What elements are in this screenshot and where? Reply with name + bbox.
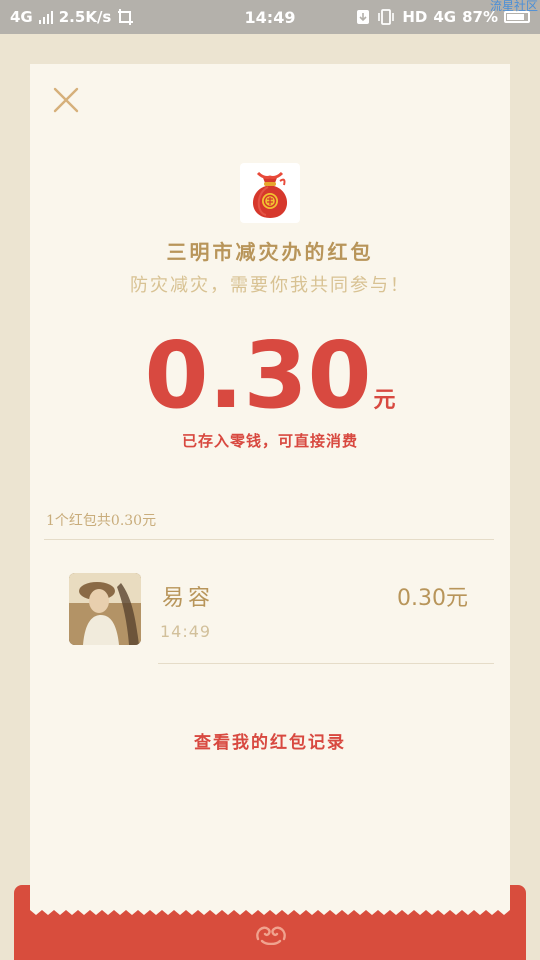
record-amount: 0.30元 <box>397 586 468 611</box>
card-zigzag-edge <box>30 906 510 915</box>
money-bag-icon <box>240 163 300 223</box>
network-type-right: 4G <box>433 8 457 26</box>
download-icon <box>357 10 370 24</box>
amount-unit: 元 <box>373 387 396 413</box>
record-time: 14:49 <box>160 622 212 641</box>
avatar[interactable] <box>69 573 141 645</box>
hd-label: HD <box>402 8 428 26</box>
record-name: 易容 <box>162 586 215 611</box>
list-item: 易容 14:49 0.30元 <box>30 540 510 664</box>
packet-summary: 1个红包共0.30元 <box>46 513 157 529</box>
deposit-note: 已存入零钱，可直接消费 <box>181 432 358 450</box>
close-icon[interactable] <box>50 84 82 116</box>
vibrate-icon <box>378 9 395 25</box>
amount-value: 0.30 <box>144 322 372 429</box>
greeting-message: 防灾减灾，需要你我共同参与！ <box>130 275 410 296</box>
sender-title: 三明市减灾办的红包 <box>166 240 374 264</box>
status-bar: 4G 2.5K/s 14:49 HD 4G 87% 流星社区 <box>0 0 540 34</box>
divider <box>158 663 494 664</box>
view-history-link[interactable]: 查看我的红包记录 <box>30 728 510 753</box>
amount-display: 0.30元 <box>30 326 510 426</box>
watermark: 流星社区 <box>489 0 538 13</box>
red-packet-detail-card: 三明市减灾办的红包 防灾减灾，需要你我共同参与！ 0.30元 已存入零钱，可直接… <box>30 64 510 910</box>
swirl-icon <box>256 926 286 945</box>
